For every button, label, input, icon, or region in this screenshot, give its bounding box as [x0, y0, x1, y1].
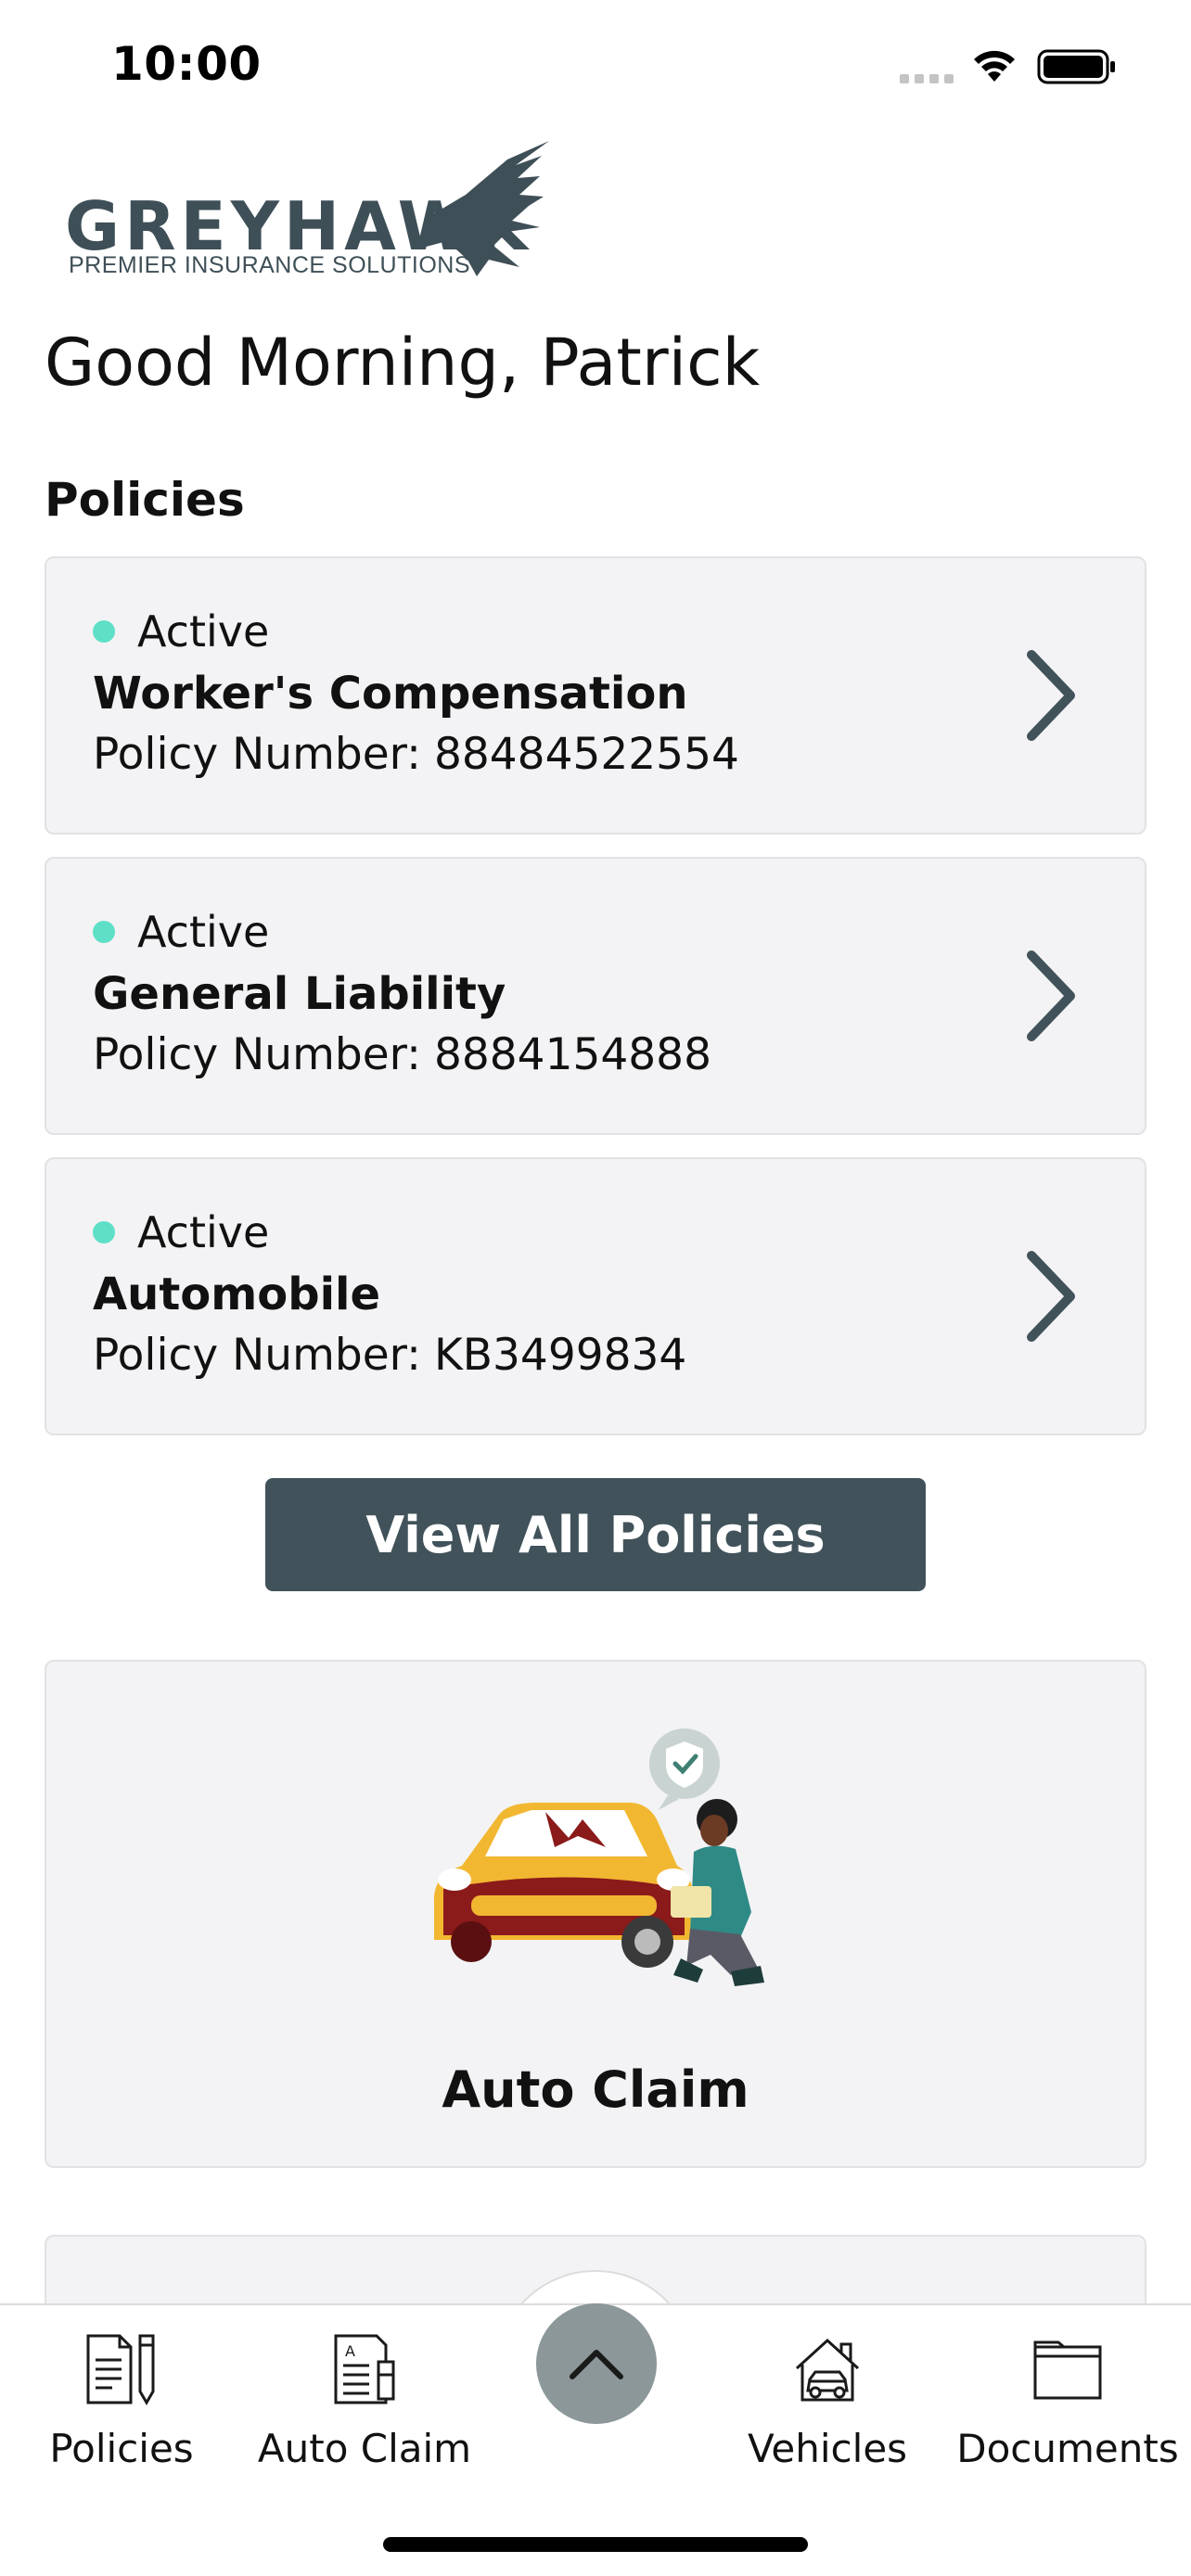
active-status-dot	[93, 921, 115, 943]
auto-claim-icon: A	[334, 2334, 395, 2404]
chevron-up-icon	[570, 2350, 623, 2379]
policy-status-label: Active	[137, 606, 270, 657]
brand-tagline: PREMIER INSURANCE SOLUTIONS	[69, 252, 471, 278]
tab-label: Auto Claim	[257, 2426, 472, 2471]
auto-claim-card[interactable]: Auto Claim	[45, 1660, 1146, 2168]
chevron-right-icon	[1027, 950, 1075, 1041]
policies-icon	[86, 2334, 155, 2405]
hawk-icon	[419, 141, 549, 276]
wifi-icon	[974, 50, 1015, 82]
policy-number: Policy Number: KB3499834	[93, 1330, 686, 1381]
policy-number-value: 88484522554	[433, 729, 739, 780]
auto-claim-illustration	[433, 1728, 764, 1986]
svg-text:A: A	[345, 2342, 355, 2360]
policy-name: General Liability	[93, 968, 506, 1020]
policy-status: Active	[93, 907, 269, 957]
tab-documents[interactable]: Documents	[952, 2324, 1184, 2491]
status-bar: 10:00	[0, 0, 1191, 139]
policy-number-label: Policy Number:	[93, 729, 421, 780]
expand-menu-button[interactable]	[536, 2303, 657, 2424]
policy-number-label: Policy Number:	[93, 1029, 421, 1080]
policy-number: Policy Number: 88484522554	[93, 729, 739, 780]
policy-card-workers-compensation[interactable]: Active Worker's Compensation Policy Numb…	[45, 556, 1146, 835]
policy-status-label: Active	[137, 1207, 270, 1257]
brand-logo: GREYHAWK PREMIER INSURANCE SOLUTIONS	[65, 139, 549, 283]
tab-label: Vehicles	[747, 2426, 908, 2471]
policy-name: Worker's Compensation	[93, 668, 688, 720]
policy-number: Policy Number: 8884154888	[93, 1029, 711, 1080]
policy-status-label: Active	[137, 907, 270, 957]
battery-icon	[1037, 49, 1115, 84]
tab-vehicles[interactable]: Vehicles	[711, 2324, 943, 2491]
vehicles-icon	[795, 2338, 860, 2402]
policy-card-automobile[interactable]: Active Automobile Policy Number: KB349983…	[45, 1157, 1146, 1435]
policy-number-value: 8884154888	[433, 1029, 711, 1080]
tab-policies[interactable]: Policies	[6, 2324, 237, 2491]
tab-label: Documents	[956, 2426, 1179, 2471]
tab-auto-claim[interactable]: A Auto Claim	[249, 2324, 480, 2491]
policy-name: Automobile	[93, 1269, 381, 1320]
active-status-dot	[93, 1221, 115, 1243]
documents-icon	[1033, 2340, 1102, 2400]
policy-number-label: Policy Number:	[93, 1330, 421, 1381]
policies-section-title: Policies	[45, 473, 245, 527]
status-time: 10:00	[111, 37, 262, 91]
policy-number-value: KB3499834	[433, 1330, 687, 1381]
tab-label: Policies	[49, 2426, 194, 2471]
active-status-dot	[93, 620, 115, 643]
chevron-right-icon	[1027, 650, 1075, 741]
policy-status: Active	[93, 606, 269, 657]
auto-claim-label: Auto Claim	[442, 2060, 749, 2119]
cellular-signal-icon	[900, 74, 954, 83]
policy-card-general-liability[interactable]: Active General Liability Policy Number: 8…	[45, 857, 1146, 1135]
greeting-heading: Good Morning, Patrick	[45, 325, 761, 401]
home-indicator[interactable]	[383, 2537, 808, 2552]
view-all-policies-button[interactable]: View All Policies	[265, 1478, 926, 1591]
policy-status: Active	[93, 1207, 269, 1257]
chevron-right-icon	[1027, 1251, 1075, 1342]
